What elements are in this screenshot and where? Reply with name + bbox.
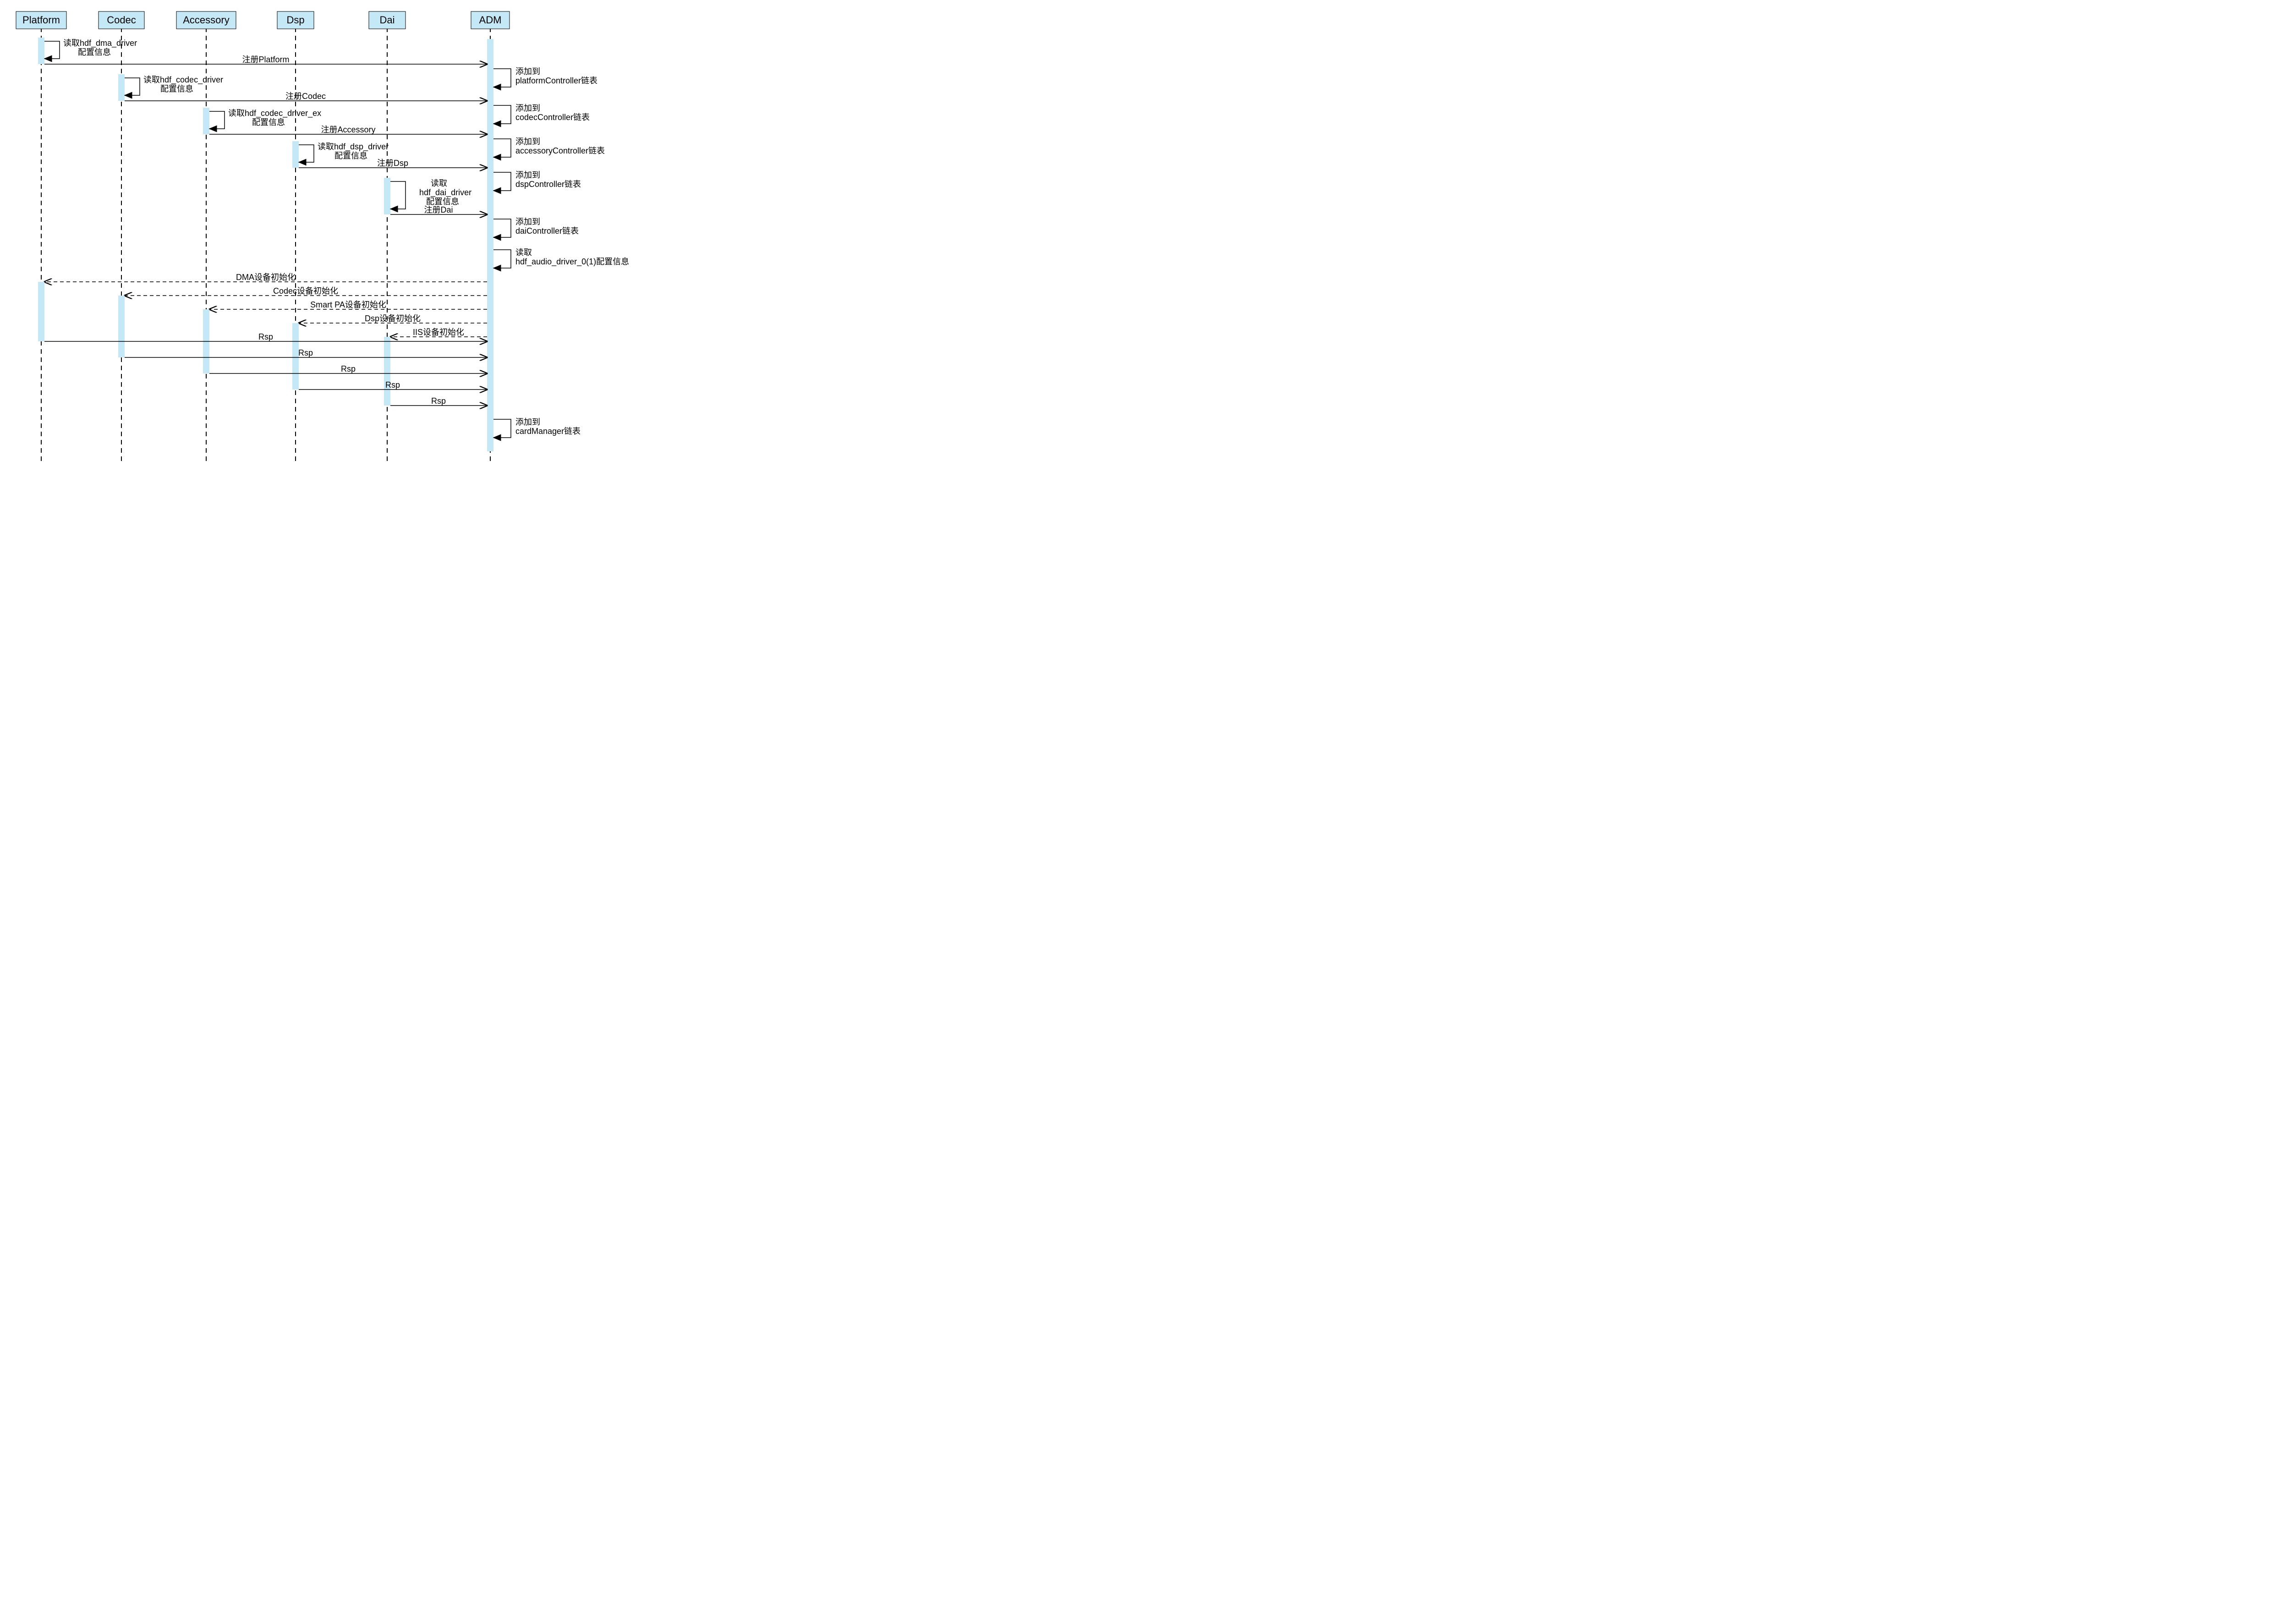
self-msg-dai-l3: 配置信息 bbox=[426, 197, 459, 206]
msg-reg-dsp-label: 注册Dsp bbox=[377, 159, 408, 168]
self-msg-adm-dsp bbox=[493, 172, 511, 191]
activation-codec-1 bbox=[118, 74, 125, 101]
msg-init-dma-label: DMA设备初始化 bbox=[236, 273, 296, 282]
self-msg-dai-l2: hdf_dai_driver bbox=[419, 188, 471, 198]
msg-rsp-platform-label: Rsp bbox=[258, 332, 273, 341]
self-msg-adm-audio bbox=[493, 250, 511, 268]
activation-adm bbox=[487, 39, 493, 451]
self-msg-adm-card bbox=[493, 419, 511, 438]
adm-add-platform-l1: 添加到 bbox=[515, 67, 540, 76]
self-msg-dsp-l2: 配置信息 bbox=[334, 151, 367, 160]
participant-dai-label: Dai bbox=[379, 14, 395, 26]
activation-dsp-2 bbox=[292, 323, 299, 390]
msg-init-iis-label: IIS设备初始化 bbox=[413, 328, 464, 337]
adm-add-codec-l1: 添加到 bbox=[515, 104, 540, 113]
msg-rsp-codec-label: Rsp bbox=[298, 348, 313, 357]
activation-dai-1 bbox=[384, 178, 390, 214]
activation-dai-2 bbox=[384, 337, 390, 406]
sequence-diagram: Platform Codec Accessory Dsp Dai ADM 读取h… bbox=[9, 9, 683, 467]
adm-add-dsp-l2: dspController链表 bbox=[515, 180, 581, 189]
participant-adm-label: ADM bbox=[479, 14, 502, 26]
adm-read-audio-l2: hdf_audio_driver_0(1)配置信息 bbox=[515, 257, 629, 267]
msg-rsp-dsp-label: Rsp bbox=[385, 380, 400, 390]
self-msg-accessory-l2: 配置信息 bbox=[252, 118, 285, 127]
adm-add-dsp-l1: 添加到 bbox=[515, 170, 540, 180]
adm-add-accessory-l1: 添加到 bbox=[515, 137, 540, 146]
msg-reg-accessory-label: 注册Accessory bbox=[321, 125, 375, 134]
participant-dsp-label: Dsp bbox=[286, 14, 304, 26]
msg-init-codec-label: Codec设备初始化 bbox=[273, 286, 338, 296]
activation-accessory-1 bbox=[203, 108, 209, 134]
msg-rsp-accessory-label: Rsp bbox=[341, 364, 356, 373]
msg-rsp-dai-label: Rsp bbox=[431, 396, 446, 406]
participant-accessory-label: Accessory bbox=[183, 14, 229, 26]
self-msg-adm-codec bbox=[493, 105, 511, 124]
msg-init-smartpa-label: Smart PA设备初始化 bbox=[310, 300, 386, 309]
self-msg-adm-accessory bbox=[493, 139, 511, 157]
self-msg-dsp bbox=[299, 145, 314, 162]
self-msg-adm-dai bbox=[493, 219, 511, 237]
self-msg-dsp-l1: 读取hdf_dsp_driver bbox=[318, 142, 389, 152]
self-msg-dai bbox=[390, 181, 406, 209]
self-msg-codec bbox=[125, 78, 140, 95]
self-msg-codec-l1: 读取hdf_codec_driver bbox=[143, 75, 223, 85]
self-msg-accessory bbox=[209, 111, 225, 129]
self-msg-platform-l1: 读取hdf_dma_driver bbox=[63, 38, 137, 48]
activation-platform-2 bbox=[38, 282, 44, 341]
adm-add-platform-l2: platformController链表 bbox=[515, 76, 597, 85]
adm-add-accessory-l2: accessoryController链表 bbox=[515, 146, 605, 155]
msg-reg-dai-label: 注册Dai bbox=[424, 205, 453, 214]
self-msg-platform bbox=[44, 41, 60, 59]
adm-add-dai-l1: 添加到 bbox=[515, 217, 540, 226]
self-msg-accessory-l1: 读取hdf_codec_driver_ex bbox=[228, 109, 321, 118]
self-msg-adm-platform bbox=[493, 69, 511, 87]
adm-add-codec-l2: codecController链表 bbox=[515, 113, 590, 122]
self-msg-codec-l2: 配置信息 bbox=[160, 84, 193, 93]
self-msg-platform-l2: 配置信息 bbox=[78, 48, 111, 57]
msg-reg-codec-label: 注册Codec bbox=[285, 92, 326, 101]
adm-card-l2: cardManager链表 bbox=[515, 427, 581, 436]
self-msg-dai-l1: 读取 bbox=[431, 179, 447, 188]
activation-dsp-1 bbox=[292, 141, 299, 168]
msg-init-dsp-label: Dsp设备初始化 bbox=[365, 314, 421, 323]
adm-add-dai-l2: daiController链表 bbox=[515, 226, 579, 236]
participant-codec-label: Codec bbox=[107, 14, 136, 26]
msg-reg-platform-label: 注册Platform bbox=[242, 55, 289, 64]
adm-card-l1: 添加到 bbox=[515, 417, 540, 427]
adm-read-audio-l1: 读取 bbox=[515, 248, 532, 257]
participant-platform-label: Platform bbox=[22, 14, 60, 26]
activation-platform-1 bbox=[38, 38, 44, 64]
activation-codec-2 bbox=[118, 296, 125, 357]
